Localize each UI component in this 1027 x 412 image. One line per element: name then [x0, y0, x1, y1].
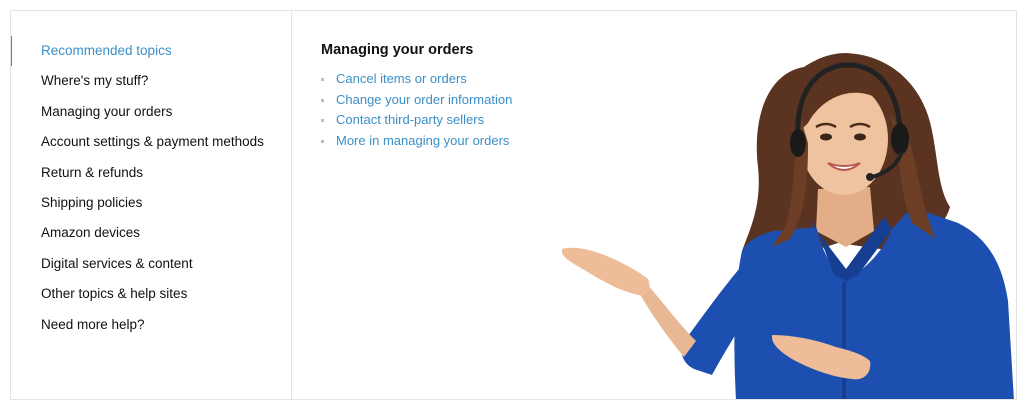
cancel-items-link[interactable]: Cancel items or orders — [336, 71, 467, 86]
sidebar-item-digital-services[interactable]: Digital services & content — [11, 249, 291, 279]
left-hand — [562, 247, 650, 296]
sidebar-item-managing-your-orders[interactable]: Managing your orders — [11, 97, 291, 127]
help-topics-list: Recommended topics Where's my stuff? Man… — [11, 36, 291, 340]
contact-sellers-link[interactable]: Contact third-party sellers — [336, 112, 484, 127]
left-eye — [820, 133, 832, 141]
bullet-icon — [321, 78, 324, 81]
help-topics-sidebar: Recommended topics Where's my stuff? Man… — [11, 11, 292, 399]
support-agent-image — [546, 39, 1016, 399]
sidebar-item-need-more-help[interactable]: Need more help? — [11, 310, 291, 340]
headset-earcup-left — [790, 129, 806, 157]
sidebar-item-wheres-my-stuff[interactable]: Where's my stuff? — [11, 66, 291, 96]
bullet-icon — [321, 140, 324, 144]
help-panel: Recommended topics Where's my stuff? Man… — [10, 10, 1017, 400]
headset-mic-tip — [866, 173, 874, 181]
sidebar-item-return-refunds[interactable]: Return & refunds — [11, 158, 291, 188]
shirt-shading — [842, 281, 846, 399]
sidebar-item-other-topics[interactable]: Other topics & help sites — [11, 279, 291, 309]
sidebar-item-shipping-policies[interactable]: Shipping policies — [11, 188, 291, 218]
bullet-icon — [321, 119, 324, 123]
sidebar-item-account-settings[interactable]: Account settings & payment methods — [11, 127, 291, 157]
right-eye — [854, 133, 866, 141]
headset-earcup-right — [891, 123, 909, 155]
change-order-info-link[interactable]: Change your order information — [336, 92, 512, 107]
more-managing-orders-link[interactable]: More in managing your orders — [336, 133, 509, 148]
sidebar-item-recommended-topics[interactable]: Recommended topics — [11, 36, 291, 67]
bullet-icon — [321, 98, 324, 102]
sidebar-item-amazon-devices[interactable]: Amazon devices — [11, 218, 291, 248]
